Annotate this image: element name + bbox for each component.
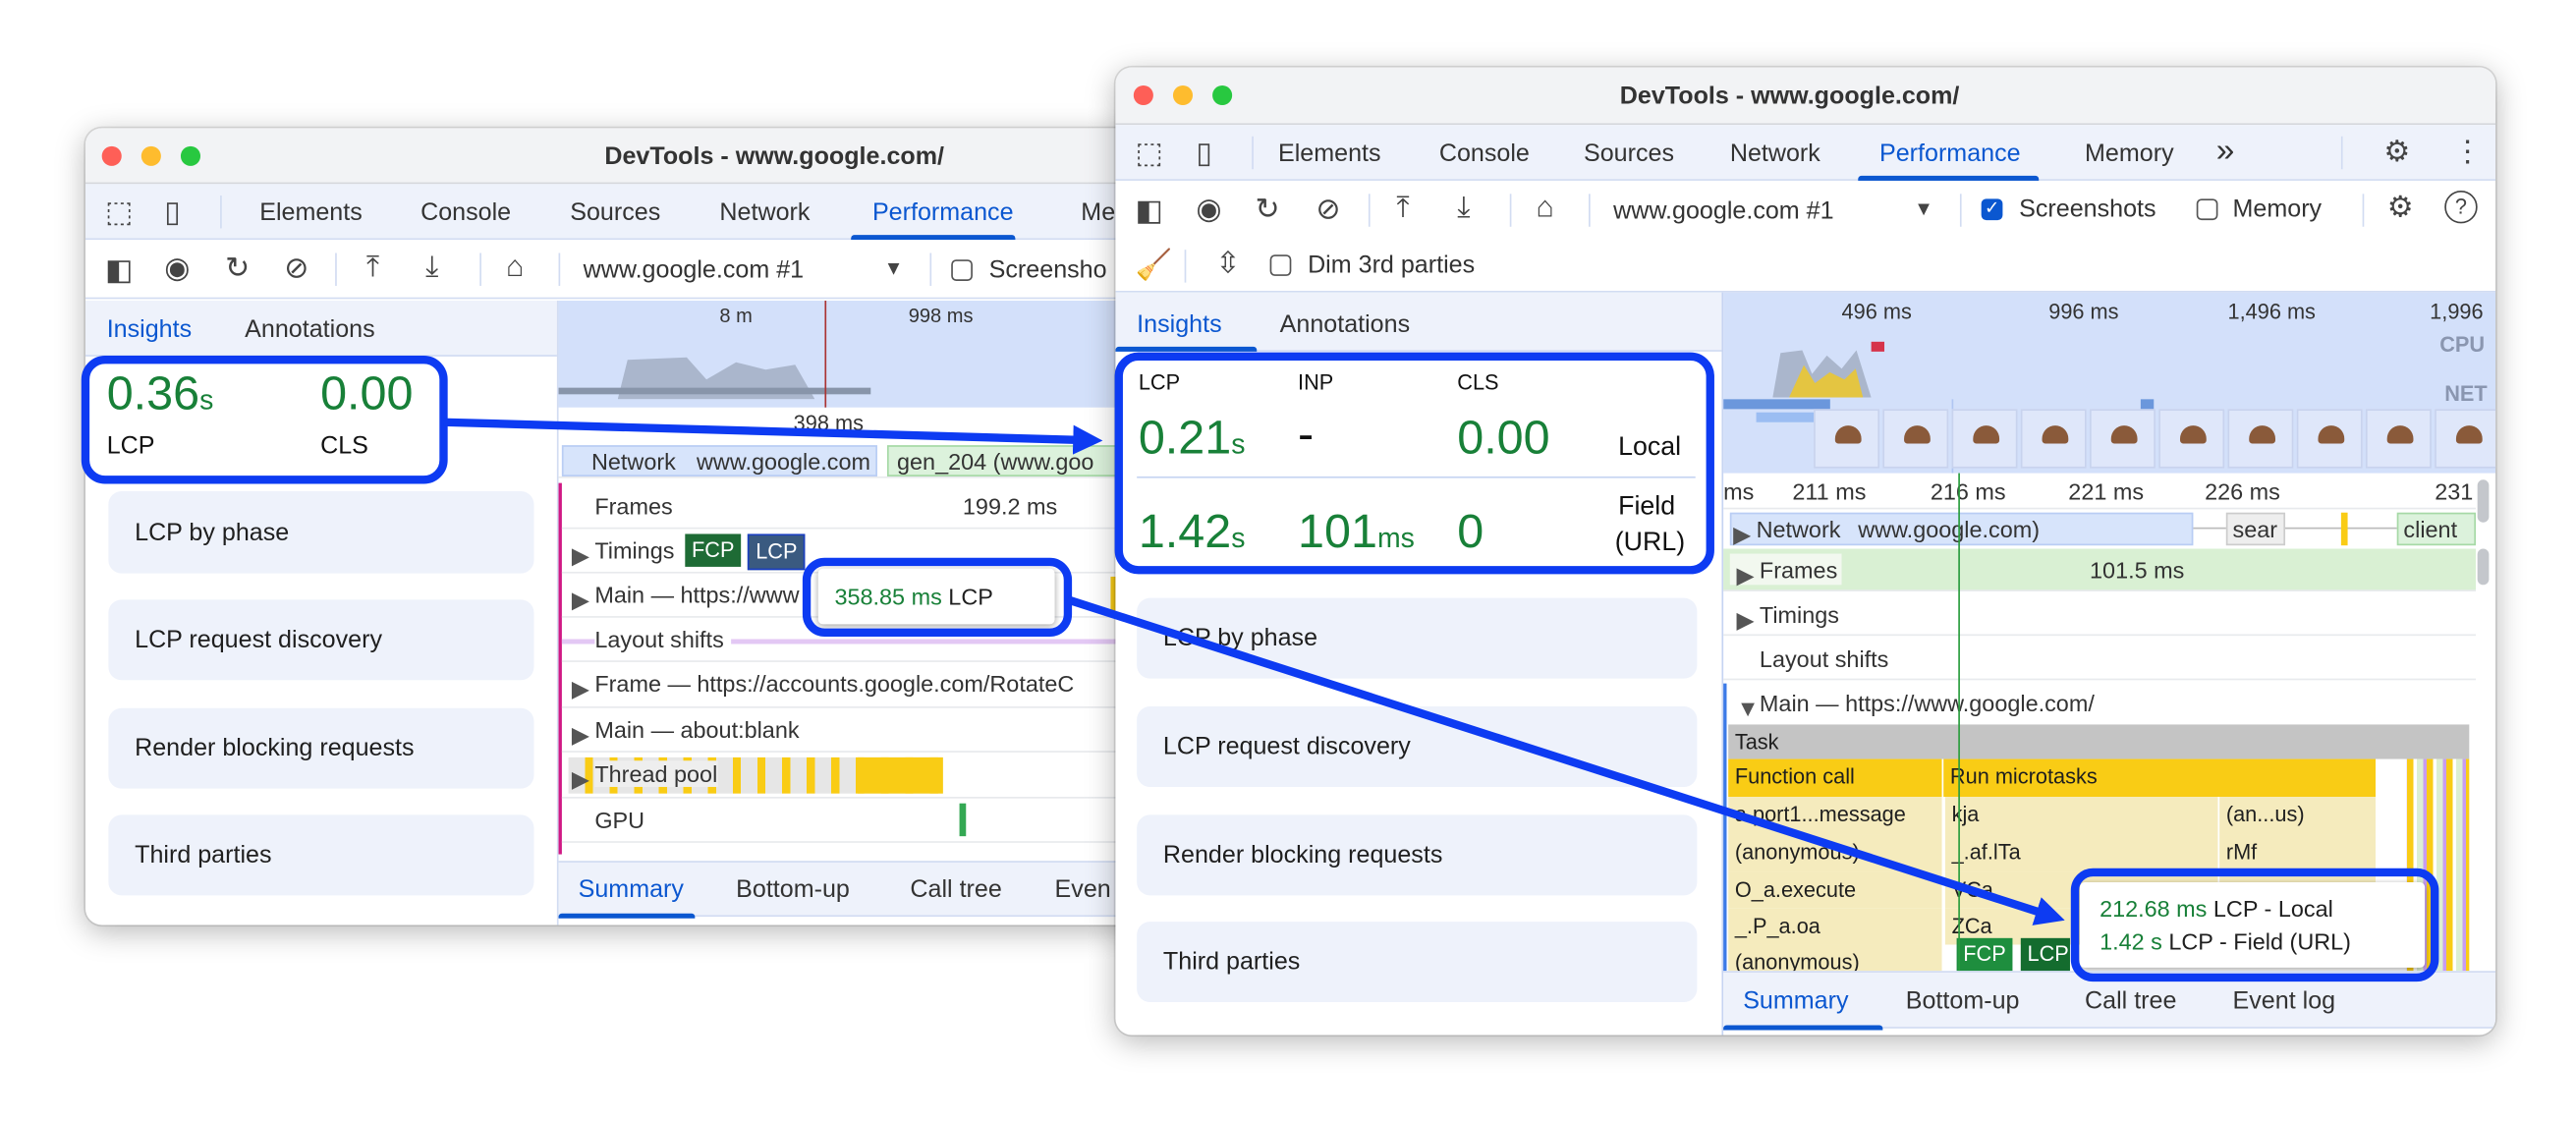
- highlight-left-tooltip: [802, 557, 1073, 637]
- highlight-right-tooltip: [2070, 868, 2439, 982]
- highlight-right-metrics: [1114, 352, 1714, 575]
- arrow-tooltip: [1066, 595, 2065, 925]
- annotation-overlay: [81, 352, 2439, 982]
- highlight-left-metrics: [81, 356, 448, 484]
- arrow-metrics: [443, 418, 1103, 455]
